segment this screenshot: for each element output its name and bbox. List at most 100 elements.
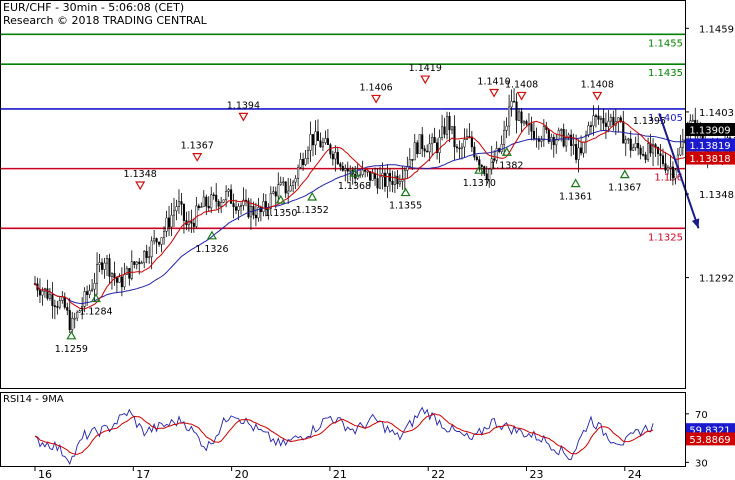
candle-body bbox=[661, 155, 665, 164]
level-label-1: 1.1435 bbox=[648, 68, 683, 79]
candle-body bbox=[617, 117, 620, 122]
candle-body bbox=[463, 139, 466, 148]
candle-body bbox=[369, 170, 372, 181]
level-label-0: 1.1455 bbox=[648, 38, 683, 49]
candle-body bbox=[202, 196, 205, 207]
swing-low-label-18: 1.1367 bbox=[608, 183, 641, 194]
candle-body bbox=[480, 165, 483, 167]
candle-body bbox=[272, 191, 275, 194]
day-label-0: 16 bbox=[38, 468, 52, 480]
candle-body bbox=[56, 306, 59, 308]
candle-body bbox=[215, 194, 218, 202]
candle-body bbox=[269, 193, 272, 209]
swing-high-label-17: 1.1408 bbox=[581, 79, 614, 90]
candle-body bbox=[612, 116, 615, 126]
candle-body bbox=[96, 264, 99, 284]
candle-body bbox=[282, 181, 285, 184]
candle-body bbox=[433, 137, 436, 144]
candle-body bbox=[103, 262, 106, 270]
candle-body bbox=[66, 307, 69, 311]
candle-body bbox=[470, 136, 473, 148]
axes: 1.1459 1.1403 1.1348 1.1292 1.13909 1.13819 1.… bbox=[0, 0, 735, 480]
candle-body bbox=[408, 159, 411, 167]
candle-body bbox=[326, 138, 329, 146]
candle-body bbox=[148, 256, 151, 259]
candle-body bbox=[664, 163, 667, 171]
candle-body bbox=[105, 258, 109, 264]
support-marker-18 bbox=[619, 169, 630, 179]
candle-body bbox=[197, 205, 200, 209]
candle-body bbox=[520, 111, 523, 124]
candle-body bbox=[376, 178, 379, 189]
candle-body bbox=[306, 150, 310, 159]
chart-title: EUR/CHF - 30min - 5:06:08 (CET) bbox=[3, 1, 185, 14]
candle-body bbox=[190, 221, 193, 224]
rsi-title: RSI14 - 9MA bbox=[3, 394, 64, 405]
swing-high-label-9: 1.1406 bbox=[359, 82, 392, 93]
swing-high-label-3: 1.1367 bbox=[181, 141, 214, 152]
price-tag-label-0: 1.13909 bbox=[689, 125, 730, 136]
candle-body bbox=[624, 139, 627, 144]
candle-body bbox=[383, 172, 387, 187]
candle-body bbox=[51, 294, 54, 306]
candle-body bbox=[140, 262, 143, 265]
support-marker-10 bbox=[400, 187, 411, 197]
projection-arrow-head bbox=[691, 218, 700, 229]
candle-body bbox=[426, 150, 429, 153]
candle-body bbox=[232, 203, 235, 208]
candle-body bbox=[63, 296, 66, 308]
level-label-3: 1.136 bbox=[654, 173, 683, 184]
candle-body bbox=[38, 289, 42, 296]
candle-body bbox=[88, 290, 91, 295]
swing-low-label-1: 1.1284 bbox=[79, 307, 112, 318]
candle-body bbox=[508, 106, 511, 127]
swing-low-label-16: 1.1361 bbox=[559, 192, 592, 203]
candle-body bbox=[562, 129, 565, 147]
candle-body bbox=[284, 181, 287, 194]
chart-canvas: 1.14551.14351.14051.1361.13251.12591.128… bbox=[0, 0, 735, 480]
price-tag-label-1: 1.13819 bbox=[689, 141, 730, 152]
rsi-line bbox=[34, 406, 654, 466]
candle-body bbox=[517, 111, 521, 121]
candle-body bbox=[143, 251, 146, 263]
day-label-3: 21 bbox=[333, 468, 347, 480]
candle-body bbox=[316, 131, 320, 141]
candle-body bbox=[642, 154, 645, 156]
candle-body bbox=[76, 311, 79, 319]
swing-low-label-7: 1.1352 bbox=[296, 205, 329, 216]
candle-body bbox=[237, 206, 240, 211]
candle-body bbox=[431, 137, 434, 145]
candle-body bbox=[505, 125, 508, 131]
candle-body bbox=[53, 305, 56, 307]
candle-body bbox=[138, 261, 141, 265]
price-tick-label-2: 1.1348 bbox=[699, 190, 734, 201]
candle-body bbox=[346, 168, 349, 172]
candle-body bbox=[155, 238, 158, 243]
candle-body bbox=[336, 152, 339, 165]
candle-body bbox=[423, 148, 426, 152]
swing-high-label-15: 1.1408 bbox=[505, 79, 538, 90]
candle-body bbox=[110, 273, 113, 277]
candle-body bbox=[314, 131, 317, 146]
resistance-marker-2 bbox=[135, 181, 146, 191]
candle-body bbox=[475, 156, 478, 160]
candle-body bbox=[254, 214, 257, 219]
day-label-1: 17 bbox=[136, 468, 150, 480]
candle-body bbox=[118, 276, 121, 283]
candle-body bbox=[259, 207, 262, 213]
candle-body bbox=[649, 143, 652, 154]
candle-body bbox=[473, 146, 476, 158]
candle-body bbox=[361, 169, 364, 176]
candle-body bbox=[41, 290, 44, 296]
candle-body bbox=[391, 180, 394, 185]
candle-body bbox=[411, 159, 414, 161]
candle-body bbox=[639, 147, 642, 155]
candle-body bbox=[113, 273, 116, 279]
swing-high-label-2: 1.1348 bbox=[124, 169, 157, 180]
candle-body bbox=[592, 115, 595, 127]
candle-body bbox=[671, 166, 674, 179]
candle-body bbox=[73, 317, 76, 320]
candle-body bbox=[160, 237, 163, 245]
candle-body bbox=[542, 126, 545, 141]
candle-body bbox=[438, 137, 441, 153]
